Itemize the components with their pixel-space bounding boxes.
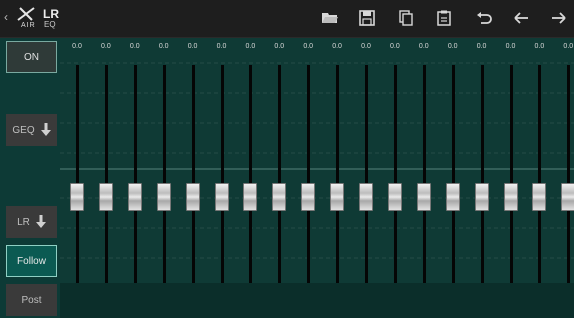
eq-grid xyxy=(60,62,574,259)
fader-track[interactable] xyxy=(162,65,166,293)
fader-handle[interactable] xyxy=(359,183,373,211)
logo-air-text: AIR xyxy=(21,22,36,29)
fader-track[interactable] xyxy=(76,65,79,293)
graphic-eq: 0.0 0.0 0.0 0.0 0.0 0.0 0.0 0.0 0.0 0.0 0.0 0.0 0.0 0… xyxy=(60,38,574,315)
fader-track[interactable] xyxy=(567,65,571,293)
fader-track[interactable] xyxy=(480,65,484,293)
fader-handle[interactable] xyxy=(272,183,287,211)
arrow-down-icon xyxy=(40,123,51,136)
left-panel: ON GEQ RTA LR Follow Post xyxy=(0,38,60,318)
band-gain-value: 0.0 xyxy=(129,43,140,50)
fader-track[interactable] xyxy=(336,65,340,293)
back-chevron-icon[interactable]: ‹ xyxy=(4,10,8,24)
band-values: 0.0 0.0 0.0 0.0 0.0 0.0 0.0 0.0 0.0 0.0 0.0 0.0 0.0 0… xyxy=(60,38,574,54)
band-gain-value: 0.0 xyxy=(447,43,458,50)
band-gain-value: 0.0 xyxy=(534,43,545,50)
fader-handle[interactable] xyxy=(156,183,171,211)
fader-handle[interactable] xyxy=(561,183,574,211)
undo-icon xyxy=(477,12,492,24)
next-button[interactable] xyxy=(547,7,571,29)
fader-handle[interactable] xyxy=(416,183,431,211)
folder-open-icon xyxy=(322,13,338,23)
rta-source-label: LR xyxy=(17,216,30,228)
fader-handle[interactable] xyxy=(185,183,200,211)
page-subtitle: EQ xyxy=(44,20,56,29)
fader-track[interactable] xyxy=(133,65,137,293)
arrow-left-icon xyxy=(514,12,528,24)
band-gain-value: 0.0 xyxy=(101,43,111,50)
fader-handle[interactable] xyxy=(387,183,402,211)
fader-track[interactable] xyxy=(307,65,311,293)
fader-track[interactable] xyxy=(365,65,368,293)
save-icon xyxy=(359,10,375,26)
band-gain-value: 0.0 xyxy=(476,43,487,50)
fader-handle[interactable] xyxy=(301,183,316,211)
fader-handle[interactable] xyxy=(503,183,518,211)
band-gain-value: 0.0 xyxy=(303,43,314,50)
top-toolbar: ‹ AIR LR EQ xyxy=(0,0,574,38)
copy-button[interactable] xyxy=(394,7,418,29)
app-logo[interactable]: ‹ AIR LR EQ xyxy=(4,6,60,32)
open-button[interactable] xyxy=(318,7,342,29)
x-air-logo-icon xyxy=(17,7,35,21)
fader-handle[interactable] xyxy=(214,183,229,211)
fader-track[interactable] xyxy=(249,65,253,293)
fader-handle[interactable] xyxy=(98,183,113,211)
save-button[interactable] xyxy=(355,7,379,29)
fader-handle[interactable] xyxy=(474,183,489,211)
band-gain-value: 0.0 xyxy=(187,43,198,50)
band-gain-value: 0.0 xyxy=(158,43,169,50)
fader-handle[interactable] xyxy=(532,183,547,211)
band-gain-value: 0.0 xyxy=(418,43,429,50)
eq-mode-label: GEQ xyxy=(12,124,35,136)
fader-track[interactable] xyxy=(422,65,426,293)
fader-handle[interactable] xyxy=(243,183,258,211)
copy-icon xyxy=(399,10,413,26)
follow-label: Follow xyxy=(17,255,46,267)
paste-icon xyxy=(437,10,451,26)
fader-handle[interactable] xyxy=(330,183,345,211)
follow-button[interactable]: Follow xyxy=(6,245,57,277)
fader-track[interactable] xyxy=(451,65,455,293)
band-gain-value: 0.0 xyxy=(245,43,256,50)
band-gain-value: 0.0 xyxy=(216,43,227,50)
post-label: Post xyxy=(21,294,42,306)
post-button[interactable]: Post xyxy=(6,284,57,316)
previous-button[interactable] xyxy=(509,7,533,29)
eq-mode-dropdown[interactable]: GEQ xyxy=(6,114,57,146)
fader-track[interactable] xyxy=(191,65,195,293)
band-gain-value: 0.0 xyxy=(332,43,342,50)
fader-track[interactable] xyxy=(104,65,108,293)
fader-track[interactable] xyxy=(538,65,542,293)
fader-track[interactable] xyxy=(393,65,397,293)
fader-track[interactable] xyxy=(509,65,513,293)
arrow-down-icon xyxy=(35,215,46,228)
undo-button[interactable] xyxy=(472,7,496,29)
fader-handle[interactable] xyxy=(127,183,142,211)
eq-footer xyxy=(60,283,574,318)
band-gain-value: 0.0 xyxy=(505,43,516,50)
band-gain-value: 0.0 xyxy=(390,43,400,50)
band-gain-value: 0.0 xyxy=(274,43,285,50)
fader-track[interactable] xyxy=(278,65,282,293)
rta-source-dropdown[interactable]: LR xyxy=(6,206,57,238)
eq-on-button[interactable]: ON xyxy=(6,41,57,73)
fader-handle[interactable] xyxy=(70,183,84,211)
paste-button[interactable] xyxy=(432,7,456,29)
arrow-right-icon xyxy=(552,12,566,24)
band-gain-value: 0.0 xyxy=(72,43,82,50)
band-gain-value: 0.0 xyxy=(361,43,371,50)
channel-title: LR xyxy=(43,7,59,21)
band-gain-value: 0.0 xyxy=(563,43,574,50)
fader-handle[interactable] xyxy=(445,183,460,211)
fader-track[interactable] xyxy=(220,65,224,293)
eq-on-label: ON xyxy=(24,51,39,63)
